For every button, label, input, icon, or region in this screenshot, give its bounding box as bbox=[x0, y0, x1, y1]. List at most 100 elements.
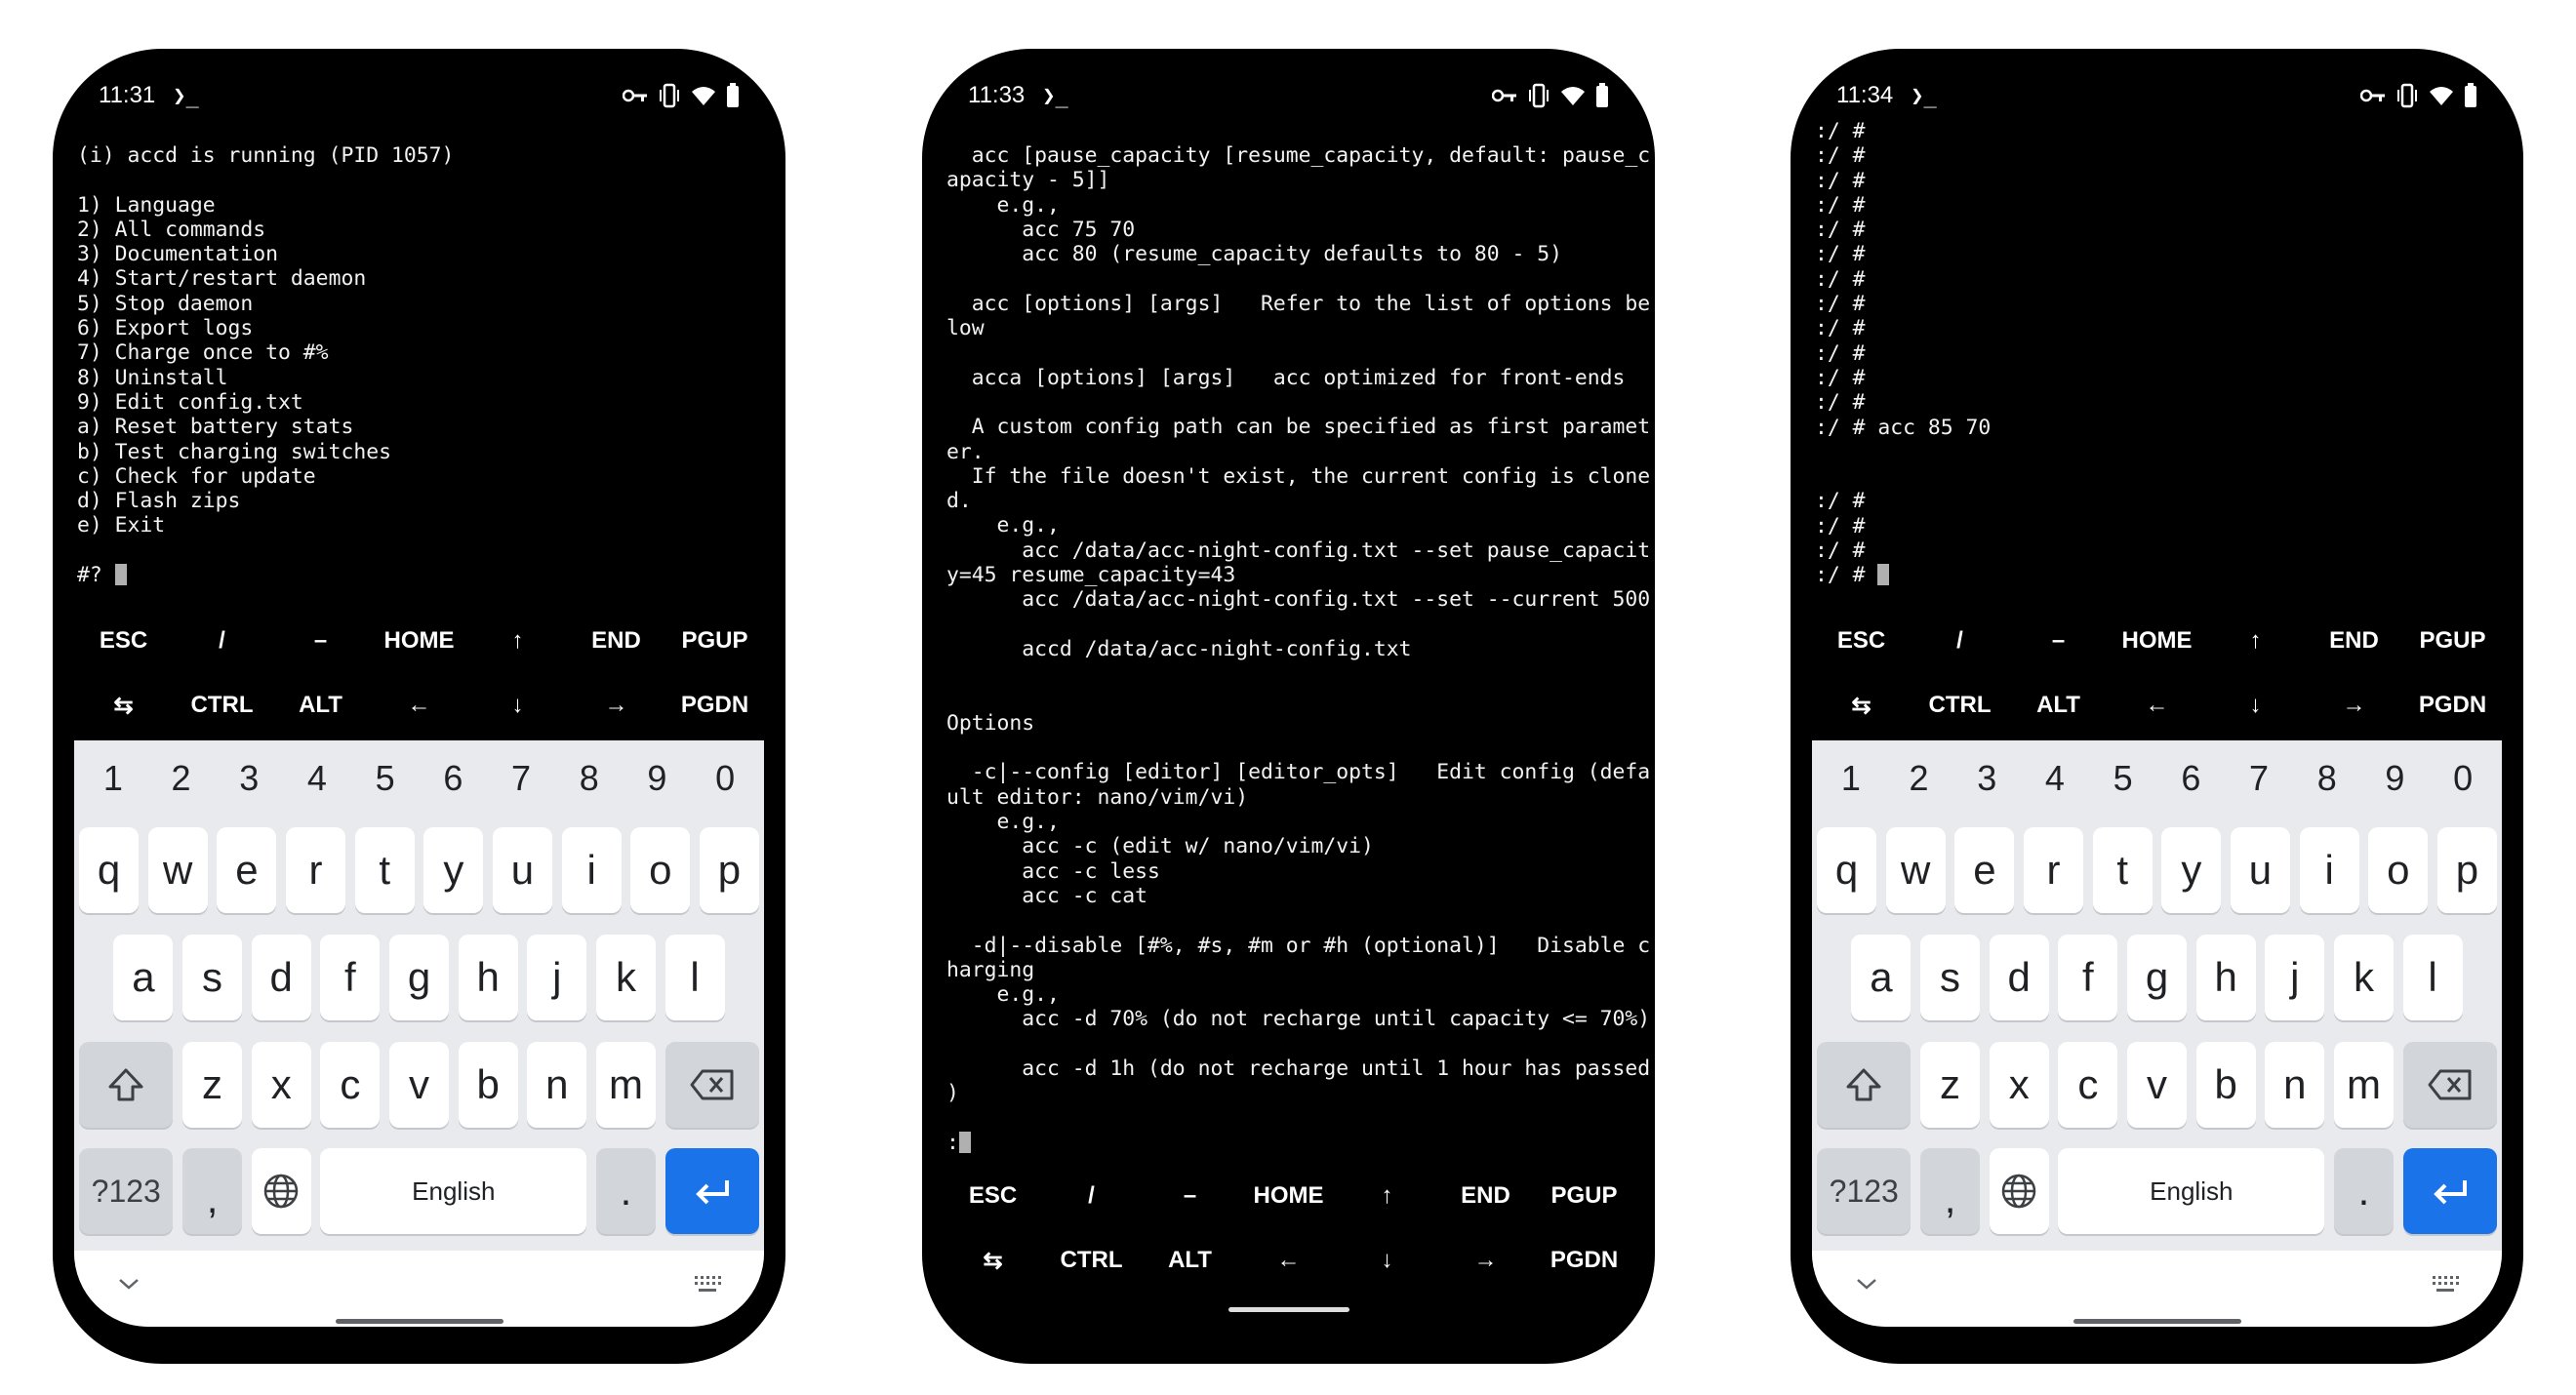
symbols-key[interactable]: ?123 bbox=[79, 1148, 174, 1234]
number-key[interactable]: 0 bbox=[691, 754, 759, 803]
period-key[interactable]: . bbox=[2333, 1148, 2395, 1234]
extra-key[interactable]: → bbox=[567, 692, 665, 719]
letter-key[interactable]: t bbox=[354, 827, 415, 913]
extra-key[interactable]: HOME bbox=[2108, 627, 2206, 655]
enter-key[interactable] bbox=[664, 1148, 759, 1234]
letter-key[interactable]: g bbox=[388, 935, 450, 1020]
extra-key[interactable]: ← bbox=[2108, 692, 2206, 719]
extra-key[interactable]: PGDN bbox=[1535, 1247, 1633, 1274]
letter-key[interactable]: i bbox=[561, 827, 622, 913]
extra-key[interactable]: – bbox=[2009, 627, 2108, 655]
language-key[interactable] bbox=[1989, 1148, 2049, 1234]
extra-key[interactable]: ESC bbox=[1812, 627, 1911, 655]
letter-key[interactable]: i bbox=[2299, 827, 2359, 913]
extra-key[interactable]: PGDN bbox=[665, 692, 764, 719]
letter-key[interactable]: d bbox=[1989, 935, 2049, 1020]
number-key[interactable]: 4 bbox=[2021, 754, 2089, 803]
letter-key[interactable]: v bbox=[2126, 1042, 2188, 1128]
number-key[interactable]: 1 bbox=[1817, 754, 1885, 803]
extra-key[interactable]: PGUP bbox=[2403, 627, 2502, 655]
period-key[interactable]: . bbox=[595, 1148, 657, 1234]
extra-key[interactable]: ⇆ bbox=[74, 692, 173, 720]
extra-key[interactable]: ⇆ bbox=[1812, 692, 1911, 720]
letter-key[interactable]: b bbox=[458, 1042, 518, 1128]
letter-key[interactable]: m bbox=[595, 1042, 657, 1128]
letter-key[interactable]: e bbox=[1954, 827, 2015, 913]
number-key[interactable]: 6 bbox=[419, 754, 487, 803]
enter-key[interactable] bbox=[2402, 1148, 2497, 1234]
extra-key[interactable]: ALT bbox=[271, 692, 370, 719]
extra-key[interactable]: ↓ bbox=[1338, 1247, 1436, 1274]
letter-key[interactable]: h bbox=[2195, 935, 2256, 1020]
number-key[interactable]: 0 bbox=[2429, 754, 2497, 803]
shift-key[interactable] bbox=[79, 1042, 174, 1128]
home-indicator[interactable] bbox=[1228, 1307, 1349, 1312]
terminal-prompt-line[interactable]: :/ # bbox=[1815, 563, 2504, 587]
number-key[interactable]: 3 bbox=[215, 754, 283, 803]
extra-key[interactable]: ↑ bbox=[1338, 1182, 1436, 1210]
extra-key[interactable]: END bbox=[1436, 1182, 1535, 1210]
letter-key[interactable]: c bbox=[2058, 1042, 2118, 1128]
letter-key[interactable]: k bbox=[595, 935, 657, 1020]
letter-key[interactable]: x bbox=[1989, 1042, 2049, 1128]
extra-key[interactable]: END bbox=[2305, 627, 2403, 655]
number-key[interactable]: 7 bbox=[487, 754, 555, 803]
number-key[interactable]: 3 bbox=[1952, 754, 2021, 803]
extra-key[interactable]: / bbox=[1042, 1182, 1141, 1210]
letter-key[interactable]: x bbox=[251, 1042, 311, 1128]
letter-key[interactable]: h bbox=[458, 935, 518, 1020]
number-key[interactable]: 5 bbox=[351, 754, 420, 803]
letter-key[interactable]: y bbox=[423, 827, 484, 913]
letter-key[interactable]: p bbox=[699, 827, 759, 913]
backspace-key[interactable] bbox=[2402, 1042, 2497, 1128]
terminal-prompt-line[interactable]: : bbox=[946, 1131, 1635, 1155]
extra-key[interactable]: ↑ bbox=[468, 627, 567, 655]
extra-key[interactable]: ↓ bbox=[2206, 692, 2305, 719]
extra-key[interactable]: ← bbox=[1239, 1247, 1338, 1274]
letter-key[interactable]: y bbox=[2161, 827, 2222, 913]
shift-key[interactable] bbox=[1817, 1042, 1912, 1128]
extra-key[interactable]: CTRL bbox=[1911, 692, 2009, 719]
letter-key[interactable]: c bbox=[320, 1042, 381, 1128]
letter-key[interactable]: u bbox=[2230, 827, 2291, 913]
letter-key[interactable]: n bbox=[2265, 1042, 2325, 1128]
letter-key[interactable]: w bbox=[1885, 827, 1946, 913]
letter-key[interactable]: b bbox=[2195, 1042, 2256, 1128]
extra-key[interactable]: / bbox=[173, 627, 271, 655]
number-key[interactable]: 5 bbox=[2089, 754, 2157, 803]
hide-keyboard-chevron-icon[interactable] bbox=[117, 1276, 141, 1296]
extra-key[interactable]: PGUP bbox=[665, 627, 764, 655]
letter-key[interactable]: f bbox=[320, 935, 381, 1020]
hide-keyboard-chevron-icon[interactable] bbox=[1855, 1276, 1878, 1296]
comma-key[interactable]: , bbox=[1919, 1148, 1981, 1234]
letter-key[interactable]: r bbox=[285, 827, 346, 913]
extra-key[interactable]: END bbox=[567, 627, 665, 655]
extra-key[interactable]: ALT bbox=[2009, 692, 2108, 719]
letter-key[interactable]: u bbox=[492, 827, 553, 913]
number-key[interactable]: 6 bbox=[2156, 754, 2225, 803]
letter-key[interactable]: z bbox=[181, 1042, 243, 1128]
letter-key[interactable]: a bbox=[113, 935, 174, 1020]
extra-key[interactable]: CTRL bbox=[1042, 1247, 1141, 1274]
letter-key[interactable]: s bbox=[181, 935, 243, 1020]
number-key[interactable]: 8 bbox=[2293, 754, 2361, 803]
extra-key[interactable]: ↓ bbox=[468, 692, 567, 719]
letter-key[interactable]: j bbox=[527, 935, 587, 1020]
terminal-prompt-line[interactable]: #? bbox=[77, 563, 766, 587]
letter-key[interactable]: j bbox=[2265, 935, 2325, 1020]
extra-key[interactable]: ⇆ bbox=[944, 1247, 1042, 1275]
extra-key[interactable]: → bbox=[1436, 1247, 1535, 1274]
number-key[interactable]: 2 bbox=[1885, 754, 1953, 803]
keyboard-switch-icon[interactable] bbox=[2432, 1274, 2459, 1298]
letter-key[interactable]: p bbox=[2436, 827, 2497, 913]
home-indicator[interactable] bbox=[2073, 1319, 2241, 1324]
letter-key[interactable]: o bbox=[630, 827, 691, 913]
extra-key[interactable]: HOME bbox=[1239, 1182, 1338, 1210]
letter-key[interactable]: a bbox=[1851, 935, 1912, 1020]
symbols-key[interactable]: ?123 bbox=[1817, 1148, 1912, 1234]
letter-key[interactable]: s bbox=[1919, 935, 1981, 1020]
extra-key[interactable]: → bbox=[2305, 692, 2403, 719]
number-key[interactable]: 8 bbox=[555, 754, 624, 803]
letter-key[interactable]: g bbox=[2126, 935, 2188, 1020]
extra-key[interactable]: PGDN bbox=[2403, 692, 2502, 719]
